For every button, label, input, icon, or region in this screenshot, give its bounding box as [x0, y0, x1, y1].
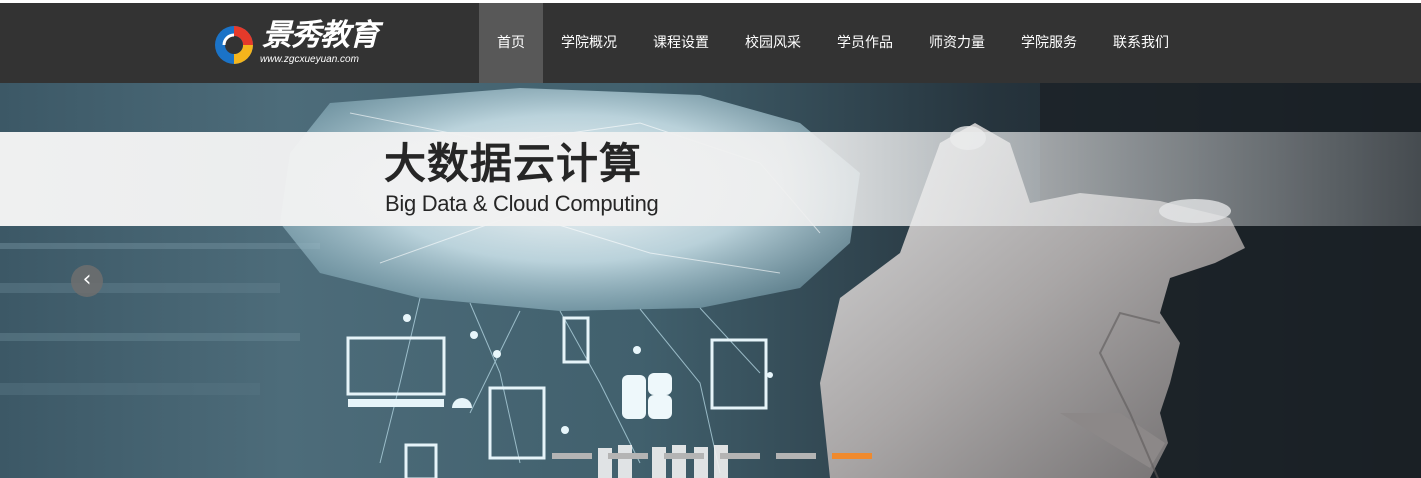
nav-item-student-works[interactable]: 学员作品 [819, 3, 911, 83]
banner-subtitle: Big Data & Cloud Computing [385, 191, 659, 216]
carousel-prev-button[interactable]: ‹ [71, 265, 103, 297]
carousel-dot-6[interactable] [832, 453, 872, 459]
nav-item-courses[interactable]: 课程设置 [635, 3, 727, 83]
carousel-dot-4[interactable] [720, 453, 760, 459]
main-nav: 首页 学院概况 课程设置 校园风采 学员作品 师资力量 学院服务 联系我们 [479, 3, 1187, 83]
logo-swirl-icon [215, 26, 253, 64]
carousel-dot-1[interactable] [552, 453, 592, 459]
nav-item-services[interactable]: 学院服务 [1003, 3, 1095, 83]
chevron-left-icon: ‹ [82, 267, 92, 292]
nav-item-faculty[interactable]: 师资力量 [911, 3, 1003, 83]
nav-item-home[interactable]: 首页 [479, 3, 543, 83]
banner-caption-band [0, 132, 1421, 226]
nav-item-contact[interactable]: 联系我们 [1095, 3, 1187, 83]
nav-item-campus[interactable]: 校园风采 [727, 3, 819, 83]
carousel-indicators [552, 453, 888, 459]
logo-title: 景秀教育 [262, 18, 379, 53]
navbar: 景秀教育 www.zgcxueyuan.com 首页 学院概况 课程设置 校园风… [0, 3, 1421, 83]
carousel-dot-5[interactable] [776, 453, 816, 459]
carousel-dot-2[interactable] [608, 453, 648, 459]
logo[interactable]: 景秀教育 www.zgcxueyuan.com [210, 17, 390, 71]
logo-url: www.zgcxueyuan.com [260, 54, 359, 65]
nav-item-about[interactable]: 学院概况 [543, 3, 635, 83]
hero-banner: 大数据云计算 Big Data & Cloud Computing ‹ [0, 83, 1421, 478]
carousel-dot-3[interactable] [664, 453, 704, 459]
banner-title: 大数据云计算 [384, 139, 643, 188]
